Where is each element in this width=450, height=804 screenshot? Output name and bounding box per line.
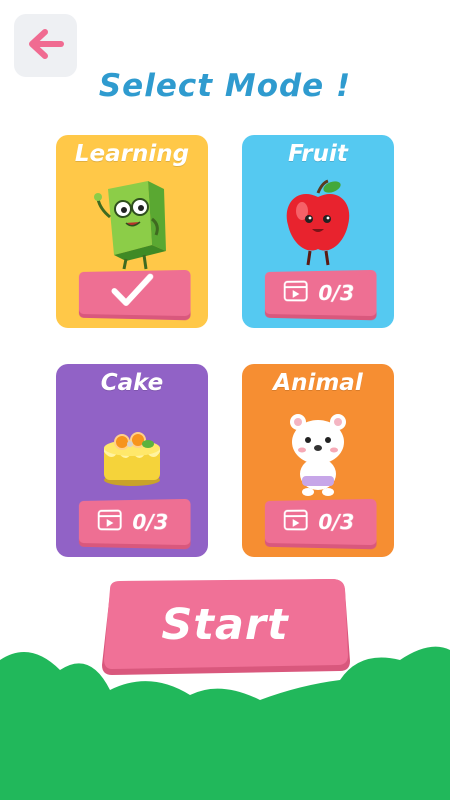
mode-label: Cake — [56, 370, 208, 396]
mode-card-animal[interactable]: Animal 0/3 — [242, 364, 394, 557]
mode-selected-indicator — [79, 270, 191, 316]
cake-icon — [56, 408, 208, 500]
mode-progress-button[interactable]: 0/3 — [265, 270, 377, 316]
mode-card-fruit[interactable]: Fruit 0/3 — [242, 135, 394, 328]
mode-card-cake[interactable]: Cake 0/3 — [56, 364, 208, 557]
video-icon — [284, 509, 309, 535]
mode-progress-text: 0/3 — [318, 510, 354, 535]
mode-card-learning[interactable]: Learning — [56, 135, 208, 328]
video-icon — [98, 509, 123, 535]
mode-progress-button[interactable]: 0/3 — [265, 499, 377, 545]
book-character-icon — [56, 179, 208, 271]
mode-progress-text: 0/3 — [132, 510, 168, 535]
page-title: Select Mode ! — [0, 68, 450, 104]
mode-progress-button[interactable]: 0/3 — [79, 499, 191, 545]
mode-label: Animal — [242, 370, 394, 396]
mode-label: Learning — [56, 141, 208, 167]
apple-character-icon — [242, 179, 394, 271]
video-icon — [284, 280, 309, 306]
checkmark-icon — [111, 273, 155, 314]
start-button-label: Start — [100, 579, 350, 671]
arrow-left-icon — [27, 29, 65, 63]
bear-character-icon — [242, 408, 394, 500]
mode-label: Fruit — [242, 141, 394, 167]
mode-progress-text: 0/3 — [318, 281, 354, 306]
start-button[interactable]: Start — [100, 579, 350, 677]
